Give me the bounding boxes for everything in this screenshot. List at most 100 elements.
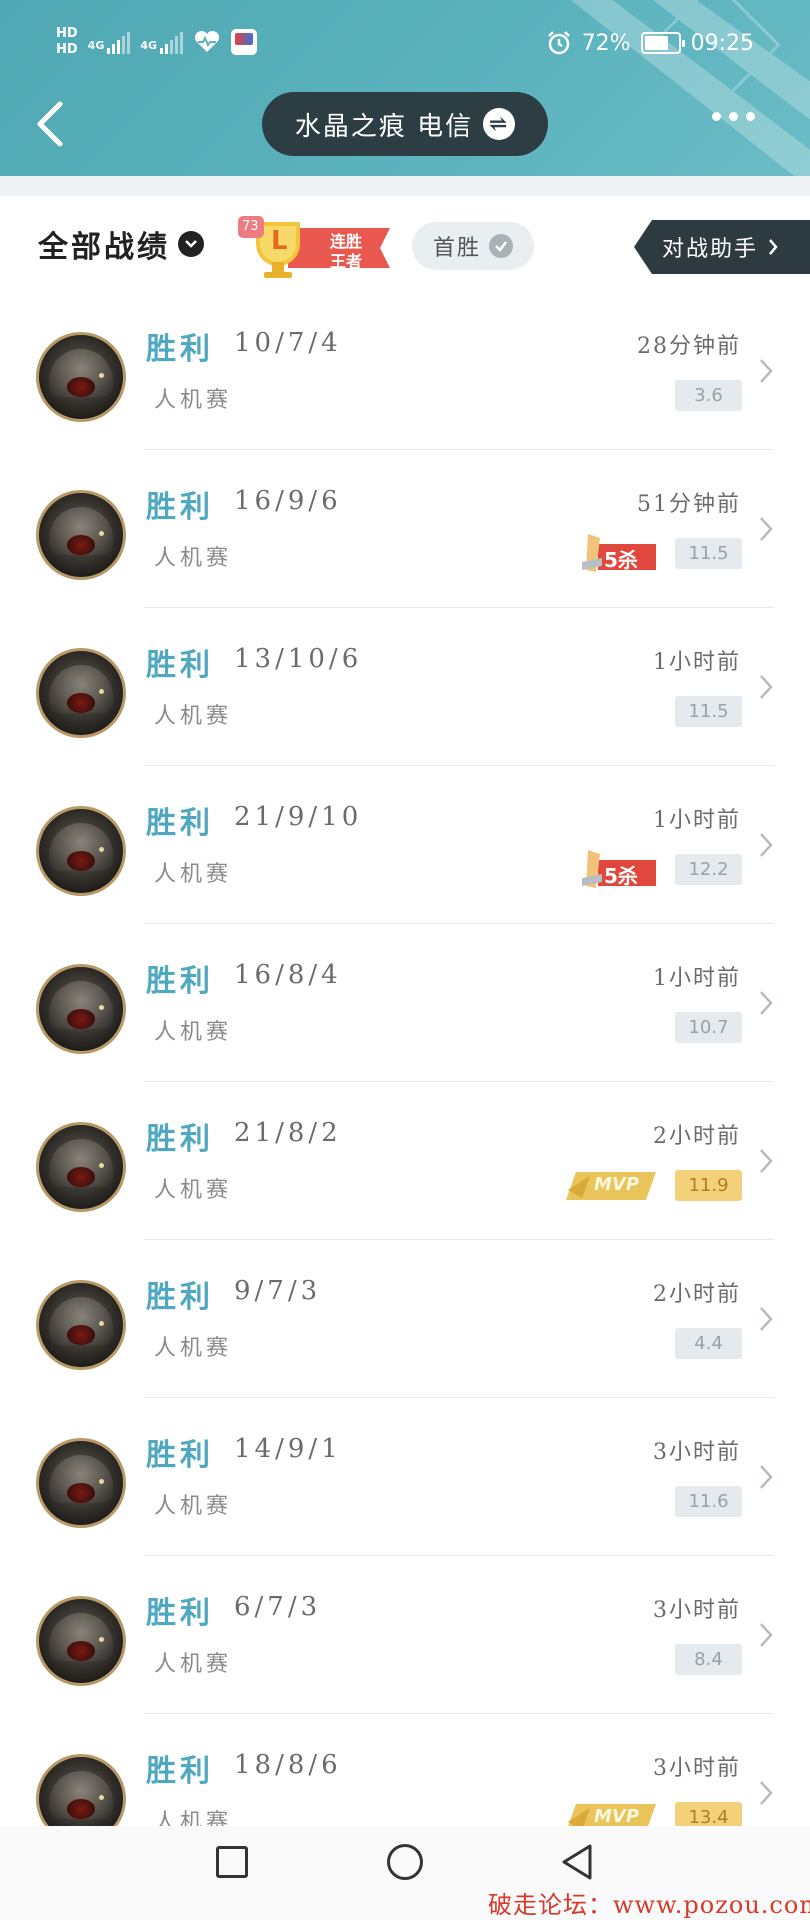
match-mode: 人机赛 (154, 1652, 233, 1677)
match-time: 1小时前 (653, 966, 741, 991)
account-switcher[interactable]: 水晶之痕 电信 ⇌ (262, 92, 548, 156)
streak-text-2: 王者 (330, 252, 363, 271)
match-time: 2小时前 (653, 1282, 741, 1307)
hd-indicators: HD HD (56, 26, 78, 58)
signal-1: 4G (88, 30, 131, 54)
signal-bars-icon (107, 30, 131, 54)
match-kda: 18/8/6 (234, 1750, 342, 1780)
battle-assistant-button[interactable]: 对战助手 (634, 220, 810, 274)
match-row[interactable]: 胜利 21/9/10 1小时前人机赛 5杀 12.2 (0, 766, 810, 924)
match-kda: 9/7/3 (234, 1276, 322, 1306)
match-score: 11.5 (675, 538, 742, 569)
health-heart-icon (195, 30, 220, 52)
match-score: 12.2 (675, 854, 742, 885)
separator-bar (0, 176, 810, 196)
battery-icon (640, 32, 685, 54)
win-streak-badge[interactable]: 73 L 连胜 王者 (238, 216, 392, 282)
battery-percent: 72% (581, 30, 631, 56)
match-result: 胜利 (146, 1280, 214, 1315)
streak-count: 73 (242, 219, 259, 234)
first-win-filter[interactable]: 首胜 (412, 222, 534, 270)
filter-bar: 全部战绩 73 L 连胜 王者 首胜 对战助手 (0, 196, 810, 292)
mvp-icon: MVP (564, 1168, 658, 1204)
match-time: 1小时前 (653, 808, 741, 833)
streak-letter: L (271, 226, 288, 256)
status-right: 72% 09:25 (546, 30, 754, 56)
check-icon (489, 234, 513, 258)
match-mode: 人机赛 (154, 1020, 233, 1045)
chevron-right-icon (760, 359, 773, 383)
nav-recent-icon[interactable] (216, 1846, 248, 1878)
back-arrow-icon[interactable] (30, 96, 70, 152)
mvp-label: MVP (594, 1806, 640, 1827)
match-result: 胜利 (146, 332, 214, 367)
hd-label-1: HD (56, 26, 78, 41)
trophy-icon (238, 216, 390, 278)
match-kda: 21/9/10 (234, 802, 363, 832)
account-title: 水晶之痕 电信 (294, 111, 474, 142)
match-result: 胜利 (146, 490, 214, 525)
penta-kill-label: 5杀 (604, 864, 638, 888)
nav-back-icon[interactable] (560, 1842, 594, 1882)
match-time: 28分钟前 (637, 334, 741, 359)
match-row[interactable]: 胜利 6/7/3 3小时前 人机赛 8.4 (0, 1556, 810, 1714)
hero-avatar (36, 490, 126, 580)
match-mode: 人机赛 (154, 1178, 233, 1203)
mvp-label: MVP (594, 1174, 640, 1195)
hero-avatar (36, 1596, 126, 1686)
match-result: 胜利 (146, 806, 214, 841)
alarm-clock-icon (547, 31, 570, 55)
status-left: HD HD 4G 4G (56, 26, 258, 58)
match-list: 胜利 10/7/4 28分钟前 人机赛 3.6 胜利 16/9/6 51分钟前 人机赛 5杀 11.… (0, 292, 810, 1872)
signal-2: 4G (140, 30, 184, 54)
match-score: 11.5 (675, 696, 742, 727)
chevron-right-icon (760, 991, 773, 1015)
match-mode: 人机赛 (154, 388, 233, 413)
match-mode: 人机赛 (154, 1336, 233, 1361)
more-icon[interactable] (712, 112, 755, 121)
match-kda: 21/8/2 (234, 1118, 342, 1148)
match-score: 11.6 (675, 1486, 742, 1517)
match-mode: 人机赛 (154, 862, 233, 887)
battle-assistant-label: 对战助手 (662, 237, 759, 262)
match-kda: 10/7/4 (234, 328, 342, 358)
match-time: 3小时前 (653, 1440, 741, 1465)
chevron-right-icon (760, 1623, 773, 1647)
match-row[interactable]: 胜利 16/9/6 51分钟前 人机赛 5杀 11.5 (0, 450, 810, 608)
match-time: 1小时前 (653, 650, 741, 675)
hd-label-2: HD (56, 42, 78, 57)
chevron-right-icon (760, 833, 773, 857)
hero-avatar (36, 964, 126, 1054)
match-kda: 13/10/6 (234, 644, 363, 674)
match-time: 3小时前 (653, 1756, 741, 1781)
chevron-right-icon (760, 675, 773, 699)
all-records-dropdown[interactable]: 全部战绩 (38, 222, 204, 266)
chevron-down-icon (178, 231, 204, 257)
match-result: 胜利 (146, 1596, 214, 1631)
match-row[interactable]: 胜利 9/7/3 2小时前 人机赛 4.4 (0, 1240, 810, 1398)
match-kda: 16/8/4 (234, 960, 342, 990)
match-row[interactable]: 胜利 14/9/1 3小时前 人机赛 11.6 (0, 1398, 810, 1556)
status-bar: HD HD 4G 4G 72% 09:25 (0, 0, 810, 90)
app-root: HD HD 4G 4G 72% 09:25 水晶之痕 电信 ⇌ 全部战绩 73 … (0, 0, 810, 1920)
watermark: 破走论坛：www.pozou.com (488, 1891, 810, 1919)
signal-bars-icon (160, 30, 184, 54)
match-row[interactable]: 胜利 21/8/2 2小时前 人机赛 MVP 11.9 (0, 1082, 810, 1240)
match-time: 3小时前 (653, 1598, 741, 1623)
penta-kill-icon: 5杀 (580, 848, 658, 890)
penta-kill-icon: 5杀 (580, 532, 658, 574)
match-kda: 16/9/6 (234, 486, 342, 516)
match-row[interactable]: 胜利 10/7/4 28分钟前人机赛 3.6 (0, 292, 810, 450)
match-result: 胜利 (146, 964, 214, 999)
hero-avatar (36, 1438, 126, 1528)
match-time: 2小时前 (653, 1124, 741, 1149)
match-row[interactable]: 胜利 16/8/4 1小时前人机赛 10.7 (0, 924, 810, 1082)
nav-home-icon[interactable] (387, 1844, 423, 1880)
hero-avatar (36, 1122, 126, 1212)
clock-time: 09:25 (690, 30, 754, 56)
match-row[interactable]: 胜利 13/10/6 1小时前 人机赛 11.5 (0, 608, 810, 766)
match-score: 10.7 (675, 1012, 742, 1043)
match-mode: 人机赛 (154, 546, 233, 571)
hero-avatar (36, 332, 126, 422)
match-score: 3.6 (675, 380, 742, 411)
